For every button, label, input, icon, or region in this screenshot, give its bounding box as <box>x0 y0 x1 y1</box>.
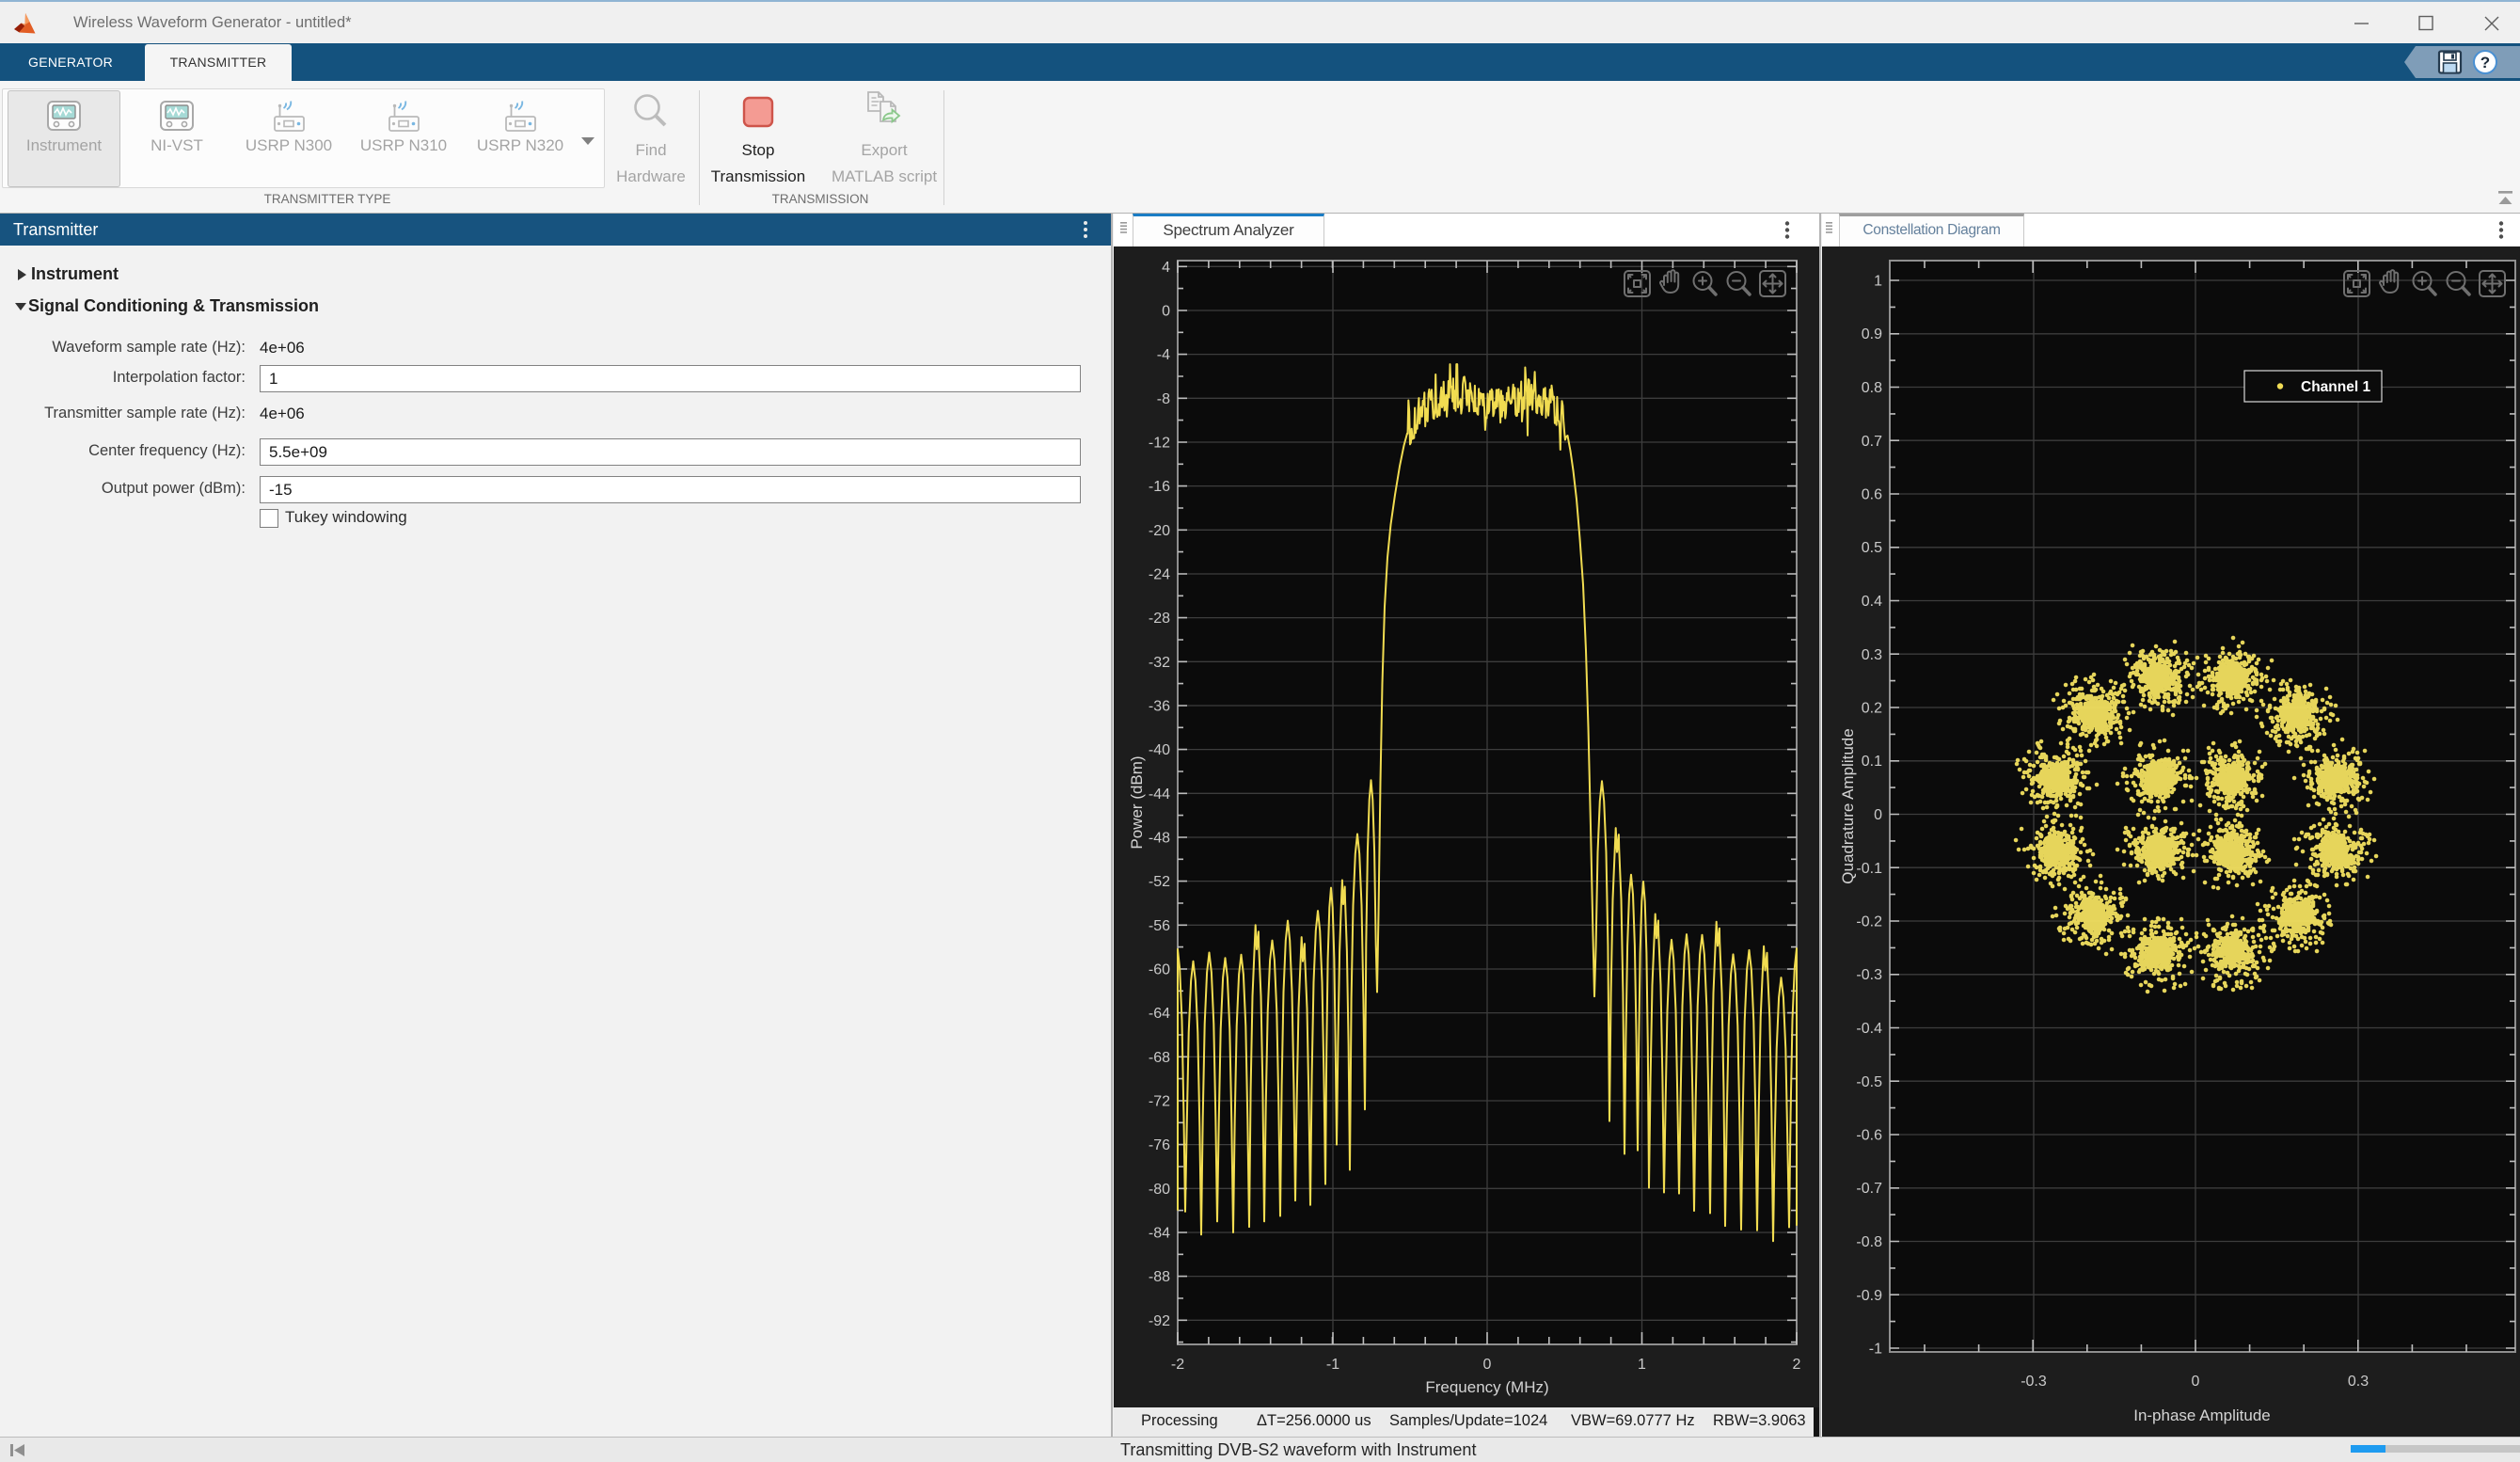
svg-text:-4: -4 <box>1157 347 1170 363</box>
svg-text:0.1: 0.1 <box>1862 754 1882 770</box>
svg-text:-64: -64 <box>1149 1006 1170 1022</box>
svg-text:-20: -20 <box>1149 523 1170 539</box>
svg-text:?: ? <box>2480 54 2490 72</box>
svg-text:-8: -8 <box>1157 391 1170 407</box>
svg-text:-84: -84 <box>1149 1226 1170 1242</box>
svg-text:-76: -76 <box>1149 1137 1170 1153</box>
svg-text:-0.1: -0.1 <box>1856 861 1882 877</box>
svg-text:-68: -68 <box>1149 1050 1170 1066</box>
svg-text:0.6: 0.6 <box>1862 487 1882 503</box>
svg-text:-40: -40 <box>1149 742 1170 758</box>
svg-text:-0.4: -0.4 <box>1856 1021 1882 1037</box>
svg-text:-88: -88 <box>1149 1269 1170 1285</box>
svg-text:-1: -1 <box>1326 1357 1339 1373</box>
svg-text:-2: -2 <box>1171 1357 1184 1373</box>
svg-text:-12: -12 <box>1149 436 1170 452</box>
svg-text:-16: -16 <box>1149 479 1170 495</box>
svg-text:-28: -28 <box>1149 611 1170 627</box>
svg-text:-56: -56 <box>1149 918 1170 934</box>
svg-text:-24: -24 <box>1149 567 1170 583</box>
svg-text:-80: -80 <box>1149 1182 1170 1198</box>
svg-text:1: 1 <box>1874 274 1882 290</box>
svg-text:0: 0 <box>1874 807 1882 823</box>
svg-text:0.2: 0.2 <box>1862 701 1882 717</box>
svg-text:-0.7: -0.7 <box>1856 1181 1882 1197</box>
svg-text:0.4: 0.4 <box>1862 594 1882 610</box>
svg-text:-0.3: -0.3 <box>1856 967 1882 983</box>
svg-text:-48: -48 <box>1149 831 1170 847</box>
svg-text:Quadrature Amplitude: Quadrature Amplitude <box>1839 728 1857 883</box>
svg-text:0.5: 0.5 <box>1862 540 1882 556</box>
svg-text:In-phase Amplitude: In-phase Amplitude <box>2133 1406 2271 1424</box>
svg-text:-0.6: -0.6 <box>1856 1128 1882 1144</box>
svg-text:-0.8: -0.8 <box>1856 1234 1882 1250</box>
svg-text:-44: -44 <box>1149 787 1170 803</box>
svg-text:-36: -36 <box>1149 699 1170 715</box>
svg-text:4: 4 <box>1162 260 1170 276</box>
svg-text:0.7: 0.7 <box>1862 434 1882 450</box>
svg-text:0.3: 0.3 <box>1862 647 1882 663</box>
svg-text:0: 0 <box>2192 1374 2200 1390</box>
svg-text:-0.5: -0.5 <box>1856 1074 1882 1090</box>
svg-text:-0.3: -0.3 <box>2021 1374 2047 1390</box>
svg-text:0.8: 0.8 <box>1862 380 1882 396</box>
svg-text:0.3: 0.3 <box>2348 1374 2369 1390</box>
svg-text:-32: -32 <box>1149 655 1170 671</box>
svg-text:-0.9: -0.9 <box>1856 1288 1882 1304</box>
svg-text:0: 0 <box>1162 304 1170 320</box>
svg-text:-60: -60 <box>1149 962 1170 978</box>
svg-text:1: 1 <box>1638 1357 1646 1373</box>
svg-text:-52: -52 <box>1149 874 1170 890</box>
svg-text:0: 0 <box>1483 1357 1492 1373</box>
svg-text:-72: -72 <box>1149 1094 1170 1110</box>
svg-text:-1: -1 <box>1869 1342 1882 1358</box>
svg-text:Frequency (MHz): Frequency (MHz) <box>1425 1378 1548 1396</box>
svg-text:2: 2 <box>1793 1357 1801 1373</box>
svg-text:Power (dBm): Power (dBm) <box>1128 755 1146 849</box>
svg-text:-92: -92 <box>1149 1313 1170 1329</box>
svg-text:-0.2: -0.2 <box>1856 914 1882 930</box>
svg-text:Channel 1: Channel 1 <box>2301 379 2370 395</box>
svg-text:0.9: 0.9 <box>1862 326 1882 342</box>
